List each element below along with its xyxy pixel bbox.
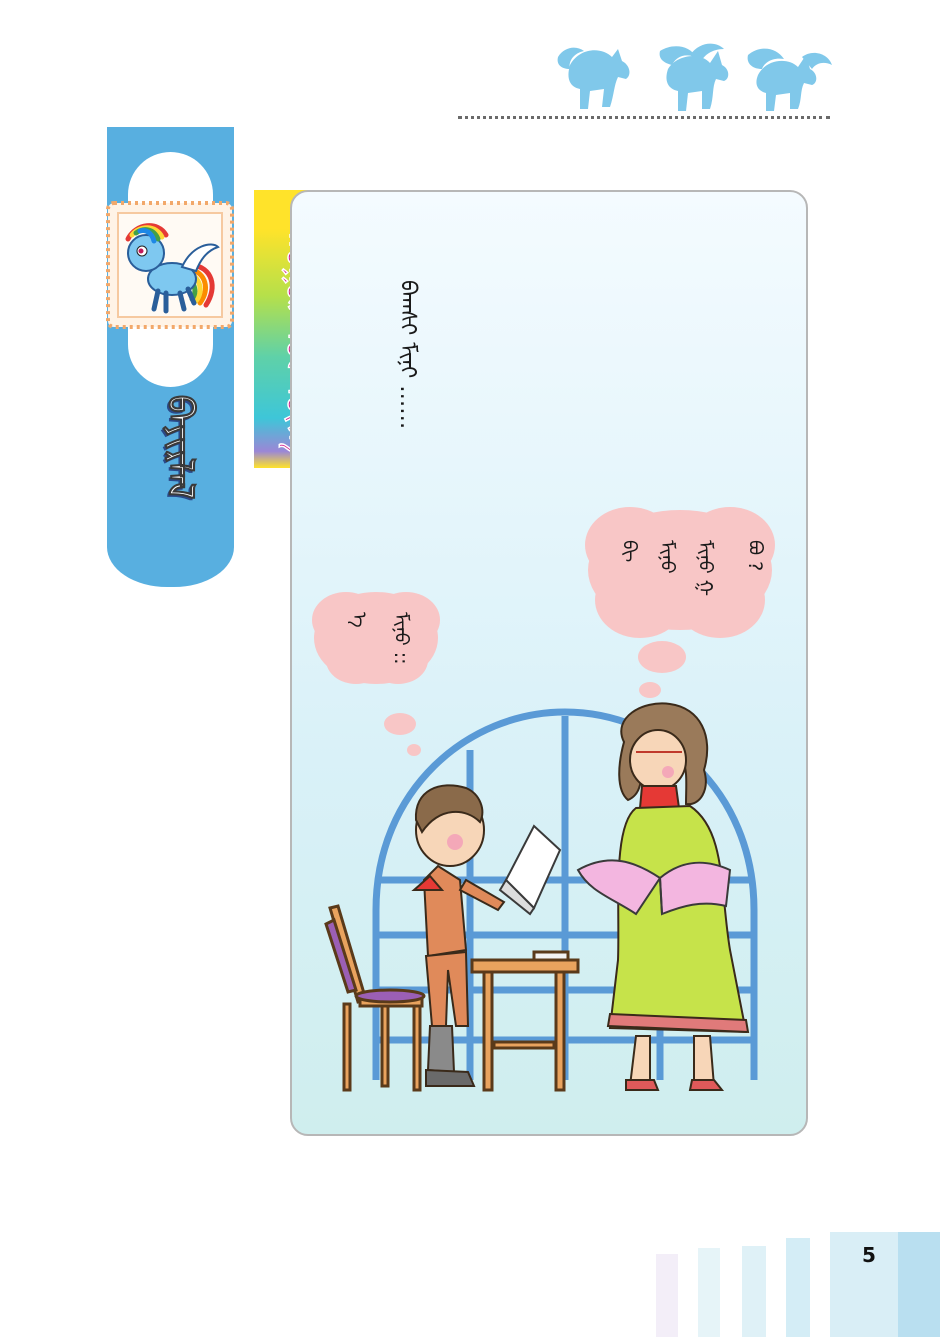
teacher-bubble-line-2: ᠮᠢᠨᠤ [656, 540, 678, 574]
rainbow-pony-stamp-icon [100, 195, 240, 335]
teacher-thought-bubble [585, 507, 775, 698]
teacher-bubble-line-1: ᠪᠢ [618, 540, 640, 563]
three-pony-silhouettes-icon [557, 43, 832, 111]
teacher-bubble-line-4: ᠪᠣ ? [744, 540, 766, 572]
boy-book [498, 824, 562, 916]
desk [470, 950, 580, 1092]
header-ponies-decoration [540, 35, 840, 120]
sidebar-title: ᠪᠠᠶᠢᠷᠯᠠᠯ [159, 394, 201, 500]
page-number: 5 [862, 1243, 876, 1267]
boy-bubble-line-2: ᠮᠢᠨᠤ :: [390, 612, 412, 665]
boy-thought-bubble [312, 592, 440, 756]
boy-bubble-line-1: ᠡ [348, 612, 370, 628]
classroom-illustration [290, 190, 808, 1136]
footer-stripes-decoration [650, 1232, 940, 1337]
teacher-bubble-line-3: ᠮᠢᠨᠦ ᠭ [694, 540, 716, 597]
header-dotted-rule [458, 116, 830, 119]
